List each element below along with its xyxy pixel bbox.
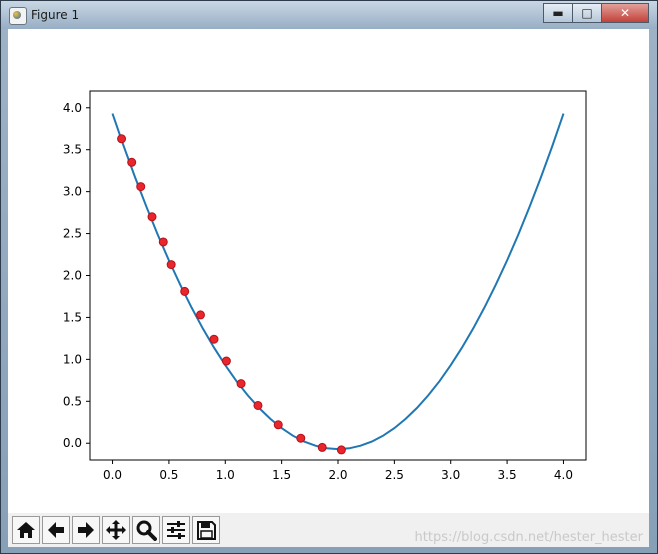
- pan-button[interactable]: [102, 516, 130, 544]
- close-button[interactable]: ✕: [601, 3, 649, 23]
- home-icon: [17, 522, 35, 538]
- pan-icon: [106, 520, 126, 540]
- window-title: Figure 1: [31, 8, 80, 22]
- save-icon: [197, 521, 216, 540]
- x-tick-label: 2.0: [328, 468, 347, 482]
- home-button[interactable]: [12, 516, 40, 544]
- watermark-text: https://blog.csdn.net/hester_hester: [414, 530, 643, 545]
- y-tick-label: 1.0: [63, 352, 82, 366]
- y-tick-label: 4.0: [63, 101, 82, 115]
- x-tick-label: 2.5: [385, 468, 404, 482]
- back-button[interactable]: [42, 516, 70, 544]
- y-tick-label: 2.5: [63, 227, 82, 241]
- x-tick-label: 1.5: [272, 468, 291, 482]
- chart-canvas[interactable]: 0.0 0.5 1.0 1.5 2.0 2.5 3.0 3.5 4.0 0.0 0.5 1.0 1.5…: [8, 29, 649, 513]
- zoom-icon: [136, 520, 157, 541]
- y-tick-label: 0.0: [63, 436, 82, 450]
- window-controls: ▬ □ ✕: [543, 3, 649, 23]
- scatter-point: [296, 433, 306, 443]
- y-tick-label: 3.0: [63, 185, 82, 199]
- scatter-points: [117, 134, 346, 455]
- scatter-point: [253, 400, 263, 410]
- x-tick-label: 0.0: [103, 468, 122, 482]
- scatter-point: [236, 379, 246, 389]
- y-axis-ticks: 0.0 0.5 1.0 1.5 2.0 2.5 3.0 3.5 4.0: [63, 101, 90, 450]
- back-arrow-icon: [48, 522, 64, 538]
- y-tick-label: 1.5: [63, 310, 82, 324]
- scatter-point: [336, 445, 346, 455]
- y-tick-label: 3.5: [63, 143, 82, 157]
- scatter-point: [136, 182, 146, 192]
- scatter-point: [221, 356, 231, 366]
- matplotlib-app-icon: [9, 7, 27, 25]
- configure-subplots-icon: [167, 521, 185, 539]
- scatter-point: [166, 260, 176, 270]
- x-tick-label: 3.0: [441, 468, 460, 482]
- maximize-button[interactable]: □: [572, 3, 602, 23]
- zoom-button[interactable]: [132, 516, 160, 544]
- scatter-point: [317, 442, 327, 452]
- x-tick-label: 4.0: [554, 468, 573, 482]
- axes-frame: [89, 90, 587, 461]
- scatter-point: [195, 310, 205, 320]
- minimize-button[interactable]: ▬: [543, 3, 573, 23]
- navigation-toolbar: https://blog.csdn.net/hester_hester: [8, 513, 649, 547]
- y-tick-label: 2.0: [63, 269, 82, 283]
- scatter-point: [209, 334, 219, 344]
- series-curve-line: [111, 113, 565, 451]
- scatter-point: [273, 420, 283, 430]
- x-axis-ticks: 0.0 0.5 1.0 1.5 2.0 2.5 3.0 3.5 4.0: [103, 460, 573, 482]
- x-tick-label: 3.5: [498, 468, 517, 482]
- scatter-point: [127, 157, 137, 167]
- y-tick-label: 0.5: [63, 394, 82, 408]
- forward-arrow-icon: [78, 522, 94, 538]
- x-tick-label: 0.5: [159, 468, 178, 482]
- scatter-point: [147, 212, 157, 222]
- configure-subplots-button[interactable]: [162, 516, 190, 544]
- figure-canvas-area: 0.0 0.5 1.0 1.5 2.0 2.5 3.0 3.5 4.0 0.0 0.5 1.0 1.5…: [8, 29, 649, 547]
- forward-button[interactable]: [72, 516, 100, 544]
- figure-window: Figure 1 ▬ □ ✕ 0.0 0.5 1.0 1.5 2.0 2.5 3.0 3.5 4…: [0, 0, 658, 554]
- scatter-point: [117, 134, 127, 144]
- save-button[interactable]: [192, 516, 220, 544]
- x-tick-label: 1.0: [216, 468, 235, 482]
- scatter-point: [158, 237, 168, 247]
- scatter-point: [180, 286, 190, 296]
- title-bar[interactable]: Figure 1 ▬ □ ✕: [1, 1, 657, 29]
